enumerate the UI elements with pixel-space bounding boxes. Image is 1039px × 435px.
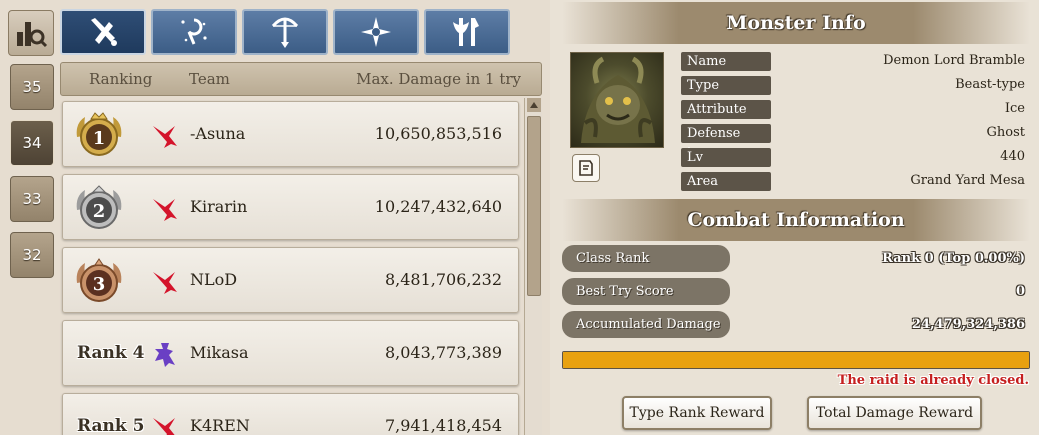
raid-progress-bar: [562, 351, 1030, 369]
raid-progress-fill: [563, 352, 1029, 368]
archer-class-icon: [271, 17, 299, 48]
ninja-class-icon: [155, 343, 175, 367]
gold-medal-icon: 1: [76, 112, 122, 156]
ranking-row[interactable]: 3 NLoD 8,481,706,232: [62, 247, 519, 313]
swordsman-class-icon: [91, 18, 117, 46]
combat-value-accumulated-damage: 24,479,324,386: [911, 317, 1025, 332]
floor-tab-35[interactable]: 35: [10, 64, 54, 110]
tab-swordsman[interactable]: [60, 9, 146, 55]
book-icon: [579, 160, 593, 176]
swordsman-class-icon: [153, 126, 177, 148]
silver-medal-icon: 2: [76, 185, 122, 229]
info-label-type: Type: [681, 76, 771, 95]
scroll-up-arrow-icon[interactable]: [527, 98, 541, 112]
combat-label-best-try: Best Try Score: [562, 278, 730, 305]
floor-label: 32: [22, 246, 42, 264]
raid-status-text: The raid is already closed.: [837, 373, 1029, 388]
info-value-level: 440: [1000, 149, 1025, 164]
info-label-defense-type: Defense type: [681, 124, 771, 160]
header-team: Team: [189, 70, 230, 88]
rank-label: Rank 5: [77, 416, 145, 435]
ranking-panel: 35 34 33 32 Ranking Team Max. Damage in …: [0, 0, 550, 435]
bronze-medal-icon: 3: [76, 258, 122, 302]
info-value-defense-type: Ghost: [986, 125, 1025, 140]
medal-rank-number: 3: [93, 274, 106, 295]
ranking-row[interactable]: 1 -Asuna 10,650,853,516: [62, 101, 519, 167]
floor-tab-32[interactable]: 32: [10, 232, 54, 278]
ranking-header: Ranking Team Max. Damage in 1 try: [60, 62, 542, 96]
header-damage: Max. Damage in 1 try: [356, 70, 521, 88]
combat-label-accumulated-damage: Accumulated Damage: [562, 311, 730, 338]
max-damage: 8,043,773,389: [384, 343, 502, 362]
combat-value-best-try: 0: [1015, 284, 1025, 299]
ranking-row[interactable]: Rank 4 Mikasa 8,043,773,389: [62, 320, 519, 386]
max-damage: 7,941,418,454: [384, 416, 502, 435]
ranking-row[interactable]: Rank 5 K4REN 7,941,418,454: [62, 393, 519, 435]
monster-info-title: Monster Info: [562, 2, 1030, 44]
floor-tab-33[interactable]: 33: [10, 176, 54, 222]
ranking-scrollbar[interactable]: [524, 98, 542, 435]
type-rank-reward-button[interactable]: Type Rank Reward: [622, 396, 772, 430]
max-damage: 10,650,853,516: [374, 124, 502, 143]
warrior-class-icon: [453, 18, 479, 46]
max-damage: 8,481,706,232: [384, 270, 502, 289]
team-name: K4REN: [190, 416, 250, 435]
team-name: NLoD: [190, 270, 238, 289]
floor-label: 35: [22, 78, 42, 96]
monster-portrait-image: [581, 56, 655, 143]
combat-value-class-rank: Rank 0 (Top 0.00%): [882, 251, 1025, 266]
healer-class-icon: [361, 17, 391, 47]
info-label-level: Lv: [681, 148, 771, 167]
team-name: -Asuna: [190, 124, 246, 143]
tab-archer[interactable]: [242, 9, 328, 55]
total-damage-reward-button[interactable]: Total Damage Reward: [807, 396, 982, 430]
tab-warrior[interactable]: [424, 9, 510, 55]
ranking-row[interactable]: 2 Kirarin 10,247,432,640: [62, 174, 519, 240]
info-value-attribute: Ice: [1004, 101, 1025, 116]
monster-book-button[interactable]: [572, 154, 600, 182]
header-ranking: Ranking: [89, 70, 153, 88]
info-value-name: Demon Lord Bramble: [883, 53, 1025, 68]
medal-rank-number: 2: [93, 201, 106, 222]
swordsman-class-icon: [153, 272, 177, 294]
combat-label-class-rank: Class Rank: [562, 245, 730, 272]
floor-label: 33: [22, 190, 42, 208]
monster-portrait: [570, 52, 664, 148]
swordsman-class-icon: [153, 418, 175, 435]
tab-mage[interactable]: [151, 9, 237, 55]
info-value-type: Beast-type: [955, 77, 1025, 92]
rank-label: Rank 4: [77, 343, 145, 363]
ranking-filter-button[interactable]: [8, 10, 54, 56]
floor-tab-34[interactable]: 34: [10, 120, 54, 166]
combat-info-title: Combat Information: [562, 199, 1030, 241]
info-label-attribute: Attribute: [681, 100, 771, 119]
team-name: Kirarin: [190, 197, 248, 216]
floor-label: 34: [22, 134, 42, 152]
max-damage: 10,247,432,640: [374, 197, 502, 216]
monster-info-panel: Monster Info Name Demon Lord Bramble Typ…: [550, 0, 1039, 435]
tab-healer[interactable]: [333, 9, 419, 55]
scrollbar-thumb[interactable]: [527, 116, 541, 296]
info-value-area: Grand Yard Mesa: [910, 173, 1025, 188]
info-label-name: Name: [681, 52, 771, 71]
medal-rank-number: 1: [93, 128, 106, 149]
team-name: Mikasa: [190, 343, 249, 362]
swordsman-class-icon: [153, 199, 177, 221]
info-label-area: Area: [681, 172, 771, 191]
ranking-filter-icon: [17, 22, 48, 48]
mage-class-icon: [181, 18, 207, 45]
